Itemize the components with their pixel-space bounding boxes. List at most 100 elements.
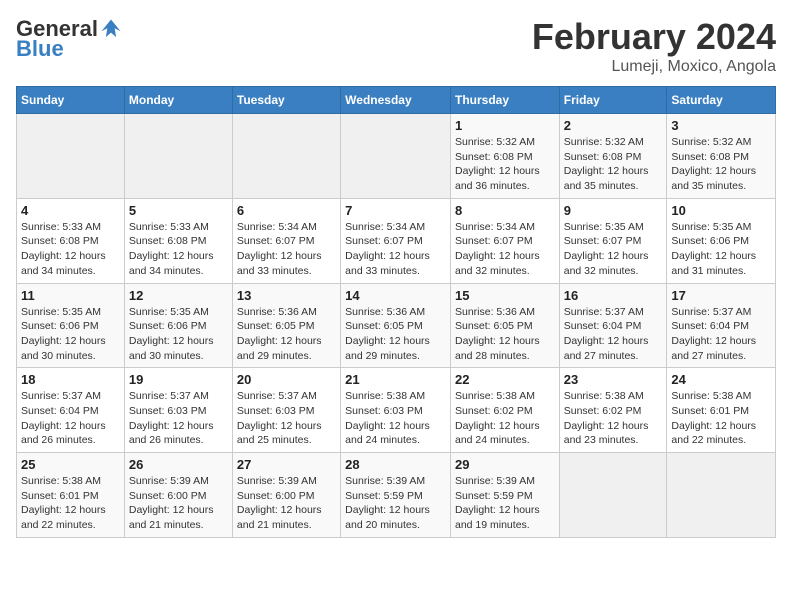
page-header: General Blue February 2024 Lumeji, Moxic… [16, 16, 776, 76]
day-number: 20 [237, 372, 336, 387]
day-info: Sunrise: 5:38 AM Sunset: 6:01 PM Dayligh… [21, 474, 120, 533]
week-row-3: 11Sunrise: 5:35 AM Sunset: 6:06 PM Dayli… [17, 283, 776, 368]
day-info: Sunrise: 5:32 AM Sunset: 6:08 PM Dayligh… [564, 135, 663, 194]
day-info: Sunrise: 5:37 AM Sunset: 6:04 PM Dayligh… [21, 389, 120, 448]
day-number: 12 [129, 288, 228, 303]
day-info: Sunrise: 5:37 AM Sunset: 6:03 PM Dayligh… [237, 389, 336, 448]
table-cell: 28 Sunrise: 5:39 AM Sunset: 5:59 PM Dayli… [341, 453, 451, 538]
day-number: 14 [345, 288, 446, 303]
col-sunday: Sunday [17, 87, 125, 114]
col-friday: Friday [559, 87, 667, 114]
table-cell: 27 Sunrise: 5:39 AM Sunset: 6:00 PM Dayli… [232, 453, 340, 538]
col-thursday: Thursday [450, 87, 559, 114]
day-info: Sunrise: 5:38 AM Sunset: 6:01 PM Dayligh… [671, 389, 771, 448]
table-cell [17, 114, 125, 199]
day-number: 2 [564, 118, 663, 133]
table-cell: 1 Sunrise: 5:32 AM Sunset: 6:08 PM Daylig… [450, 114, 559, 199]
week-row-1: 1 Sunrise: 5:32 AM Sunset: 6:08 PM Daylig… [17, 114, 776, 199]
col-tuesday: Tuesday [232, 87, 340, 114]
table-cell [559, 453, 667, 538]
table-cell [667, 453, 776, 538]
calendar-table: Sunday Monday Tuesday Wednesday Thursday… [16, 86, 776, 538]
table-cell: 22 Sunrise: 5:38 AM Sunset: 6:02 PM Dayli… [450, 368, 559, 453]
day-number: 23 [564, 372, 663, 387]
day-number: 28 [345, 457, 446, 472]
table-cell: 11Sunrise: 5:35 AM Sunset: 6:06 PM Dayli… [17, 283, 125, 368]
day-number: 8 [455, 203, 555, 218]
col-monday: Monday [124, 87, 232, 114]
day-info: Sunrise: 5:35 AM Sunset: 6:06 PM Dayligh… [671, 220, 771, 279]
table-cell: 2 Sunrise: 5:32 AM Sunset: 6:08 PM Daylig… [559, 114, 667, 199]
table-cell: 20 Sunrise: 5:37 AM Sunset: 6:03 PM Dayli… [232, 368, 340, 453]
day-info: Sunrise: 5:34 AM Sunset: 6:07 PM Dayligh… [345, 220, 446, 279]
day-info: Sunrise: 5:36 AM Sunset: 6:05 PM Dayligh… [455, 305, 555, 364]
day-number: 1 [455, 118, 555, 133]
day-info: Sunrise: 5:39 AM Sunset: 5:59 PM Dayligh… [455, 474, 555, 533]
table-cell [232, 114, 340, 199]
day-number: 16 [564, 288, 663, 303]
day-number: 24 [671, 372, 771, 387]
day-info: Sunrise: 5:35 AM Sunset: 6:07 PM Dayligh… [564, 220, 663, 279]
day-number: 4 [21, 203, 120, 218]
day-number: 21 [345, 372, 446, 387]
week-row-4: 18 Sunrise: 5:37 AM Sunset: 6:04 PM Dayli… [17, 368, 776, 453]
day-info: Sunrise: 5:37 AM Sunset: 6:04 PM Dayligh… [564, 305, 663, 364]
title-area: February 2024 Lumeji, Moxico, Angola [532, 16, 776, 76]
day-number: 29 [455, 457, 555, 472]
table-cell: 9Sunrise: 5:35 AM Sunset: 6:07 PM Daylig… [559, 198, 667, 283]
calendar-header-row: Sunday Monday Tuesday Wednesday Thursday… [17, 87, 776, 114]
table-cell [341, 114, 451, 199]
table-cell: 26Sunrise: 5:39 AM Sunset: 6:00 PM Dayli… [124, 453, 232, 538]
table-cell: 14 Sunrise: 5:36 AM Sunset: 6:05 PM Dayli… [341, 283, 451, 368]
table-cell: 29 Sunrise: 5:39 AM Sunset: 5:59 PM Dayli… [450, 453, 559, 538]
day-info: Sunrise: 5:39 AM Sunset: 6:00 PM Dayligh… [237, 474, 336, 533]
table-cell: 19 Sunrise: 5:37 AM Sunset: 6:03 PM Dayli… [124, 368, 232, 453]
week-row-5: 25 Sunrise: 5:38 AM Sunset: 6:01 PM Dayli… [17, 453, 776, 538]
table-cell: 17 Sunrise: 5:37 AM Sunset: 6:04 PM Dayli… [667, 283, 776, 368]
logo-blue-text: Blue [16, 36, 64, 62]
calendar-subtitle: Lumeji, Moxico, Angola [532, 58, 776, 76]
day-info: Sunrise: 5:38 AM Sunset: 6:03 PM Dayligh… [345, 389, 446, 448]
table-cell: 13Sunrise: 5:36 AM Sunset: 6:05 PM Dayli… [232, 283, 340, 368]
day-info: Sunrise: 5:36 AM Sunset: 6:05 PM Dayligh… [237, 305, 336, 364]
day-number: 10 [671, 203, 771, 218]
day-info: Sunrise: 5:34 AM Sunset: 6:07 PM Dayligh… [455, 220, 555, 279]
calendar-title: February 2024 [532, 16, 776, 58]
day-number: 3 [671, 118, 771, 133]
day-info: Sunrise: 5:38 AM Sunset: 6:02 PM Dayligh… [455, 389, 555, 448]
day-info: Sunrise: 5:32 AM Sunset: 6:08 PM Dayligh… [455, 135, 555, 194]
day-number: 11 [21, 288, 120, 303]
day-info: Sunrise: 5:33 AM Sunset: 6:08 PM Dayligh… [129, 220, 228, 279]
table-cell: 16 Sunrise: 5:37 AM Sunset: 6:04 PM Dayli… [559, 283, 667, 368]
day-number: 19 [129, 372, 228, 387]
table-cell: 3 Sunrise: 5:32 AM Sunset: 6:08 PM Daylig… [667, 114, 776, 199]
day-number: 22 [455, 372, 555, 387]
day-number: 5 [129, 203, 228, 218]
day-info: Sunrise: 5:36 AM Sunset: 6:05 PM Dayligh… [345, 305, 446, 364]
col-wednesday: Wednesday [341, 87, 451, 114]
day-info: Sunrise: 5:37 AM Sunset: 6:03 PM Dayligh… [129, 389, 228, 448]
day-number: 18 [21, 372, 120, 387]
day-number: 17 [671, 288, 771, 303]
table-cell: 12Sunrise: 5:35 AM Sunset: 6:06 PM Dayli… [124, 283, 232, 368]
week-row-2: 4 Sunrise: 5:33 AM Sunset: 6:08 PM Daylig… [17, 198, 776, 283]
day-info: Sunrise: 5:39 AM Sunset: 5:59 PM Dayligh… [345, 474, 446, 533]
day-number: 6 [237, 203, 336, 218]
table-cell: 5 Sunrise: 5:33 AM Sunset: 6:08 PM Daylig… [124, 198, 232, 283]
table-cell: 18 Sunrise: 5:37 AM Sunset: 6:04 PM Dayli… [17, 368, 125, 453]
day-info: Sunrise: 5:37 AM Sunset: 6:04 PM Dayligh… [671, 305, 771, 364]
table-cell: 23Sunrise: 5:38 AM Sunset: 6:02 PM Dayli… [559, 368, 667, 453]
col-saturday: Saturday [667, 87, 776, 114]
day-number: 27 [237, 457, 336, 472]
day-info: Sunrise: 5:32 AM Sunset: 6:08 PM Dayligh… [671, 135, 771, 194]
day-info: Sunrise: 5:33 AM Sunset: 6:08 PM Dayligh… [21, 220, 120, 279]
table-cell [124, 114, 232, 199]
table-cell: 10 Sunrise: 5:35 AM Sunset: 6:06 PM Dayli… [667, 198, 776, 283]
table-cell: 15Sunrise: 5:36 AM Sunset: 6:05 PM Dayli… [450, 283, 559, 368]
table-cell: 6Sunrise: 5:34 AM Sunset: 6:07 PM Daylig… [232, 198, 340, 283]
day-number: 25 [21, 457, 120, 472]
logo: General Blue [16, 16, 122, 62]
table-cell: 7Sunrise: 5:34 AM Sunset: 6:07 PM Daylig… [341, 198, 451, 283]
table-cell: 24 Sunrise: 5:38 AM Sunset: 6:01 PM Dayli… [667, 368, 776, 453]
logo-bird-icon [100, 18, 122, 40]
